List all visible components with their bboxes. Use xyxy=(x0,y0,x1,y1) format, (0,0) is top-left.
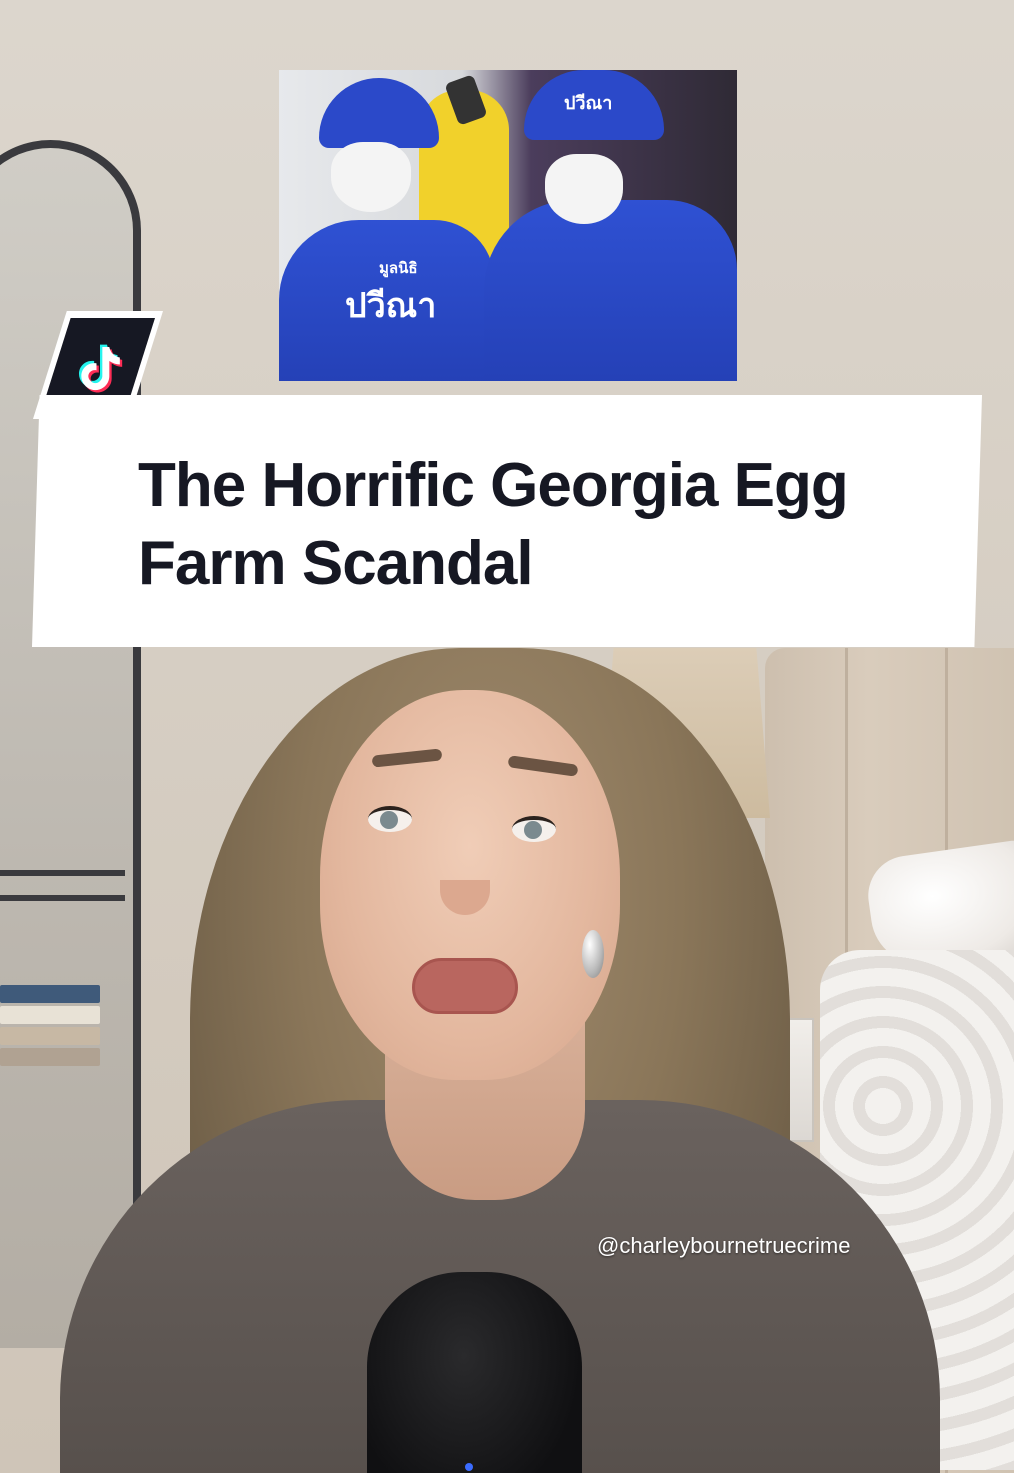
mirror-bar xyxy=(0,870,125,876)
book-stack xyxy=(0,985,100,1069)
suit-text-small: มูลนิธิ xyxy=(379,259,418,277)
earring xyxy=(582,930,604,978)
video-frame[interactable]: มูลนิธิ ปวีณา ปวีณา The Horrific Georgia… xyxy=(0,0,1014,1473)
blue-protective-suit-right xyxy=(484,200,737,381)
microphone xyxy=(367,1272,582,1473)
video-title: The Horrific Georgia Egg Farm Scandal xyxy=(138,451,849,598)
cap-text: ปวีณา xyxy=(564,93,613,114)
news-photo-inset: มูลนิธิ ปวีณา ปวีณา xyxy=(279,70,737,381)
tiktok-icon xyxy=(79,344,123,393)
left-eye xyxy=(368,806,412,832)
presenter-mouth xyxy=(412,958,518,1014)
face-mask-right xyxy=(545,154,623,224)
suit-text-large: ปวีณา xyxy=(345,286,437,326)
creator-handle[interactable]: @charleybournetruecrime xyxy=(597,1233,850,1259)
face-mask-left xyxy=(331,142,411,212)
right-eye xyxy=(512,816,556,842)
microphone-led xyxy=(465,1463,473,1471)
mirror-bar xyxy=(0,895,125,901)
